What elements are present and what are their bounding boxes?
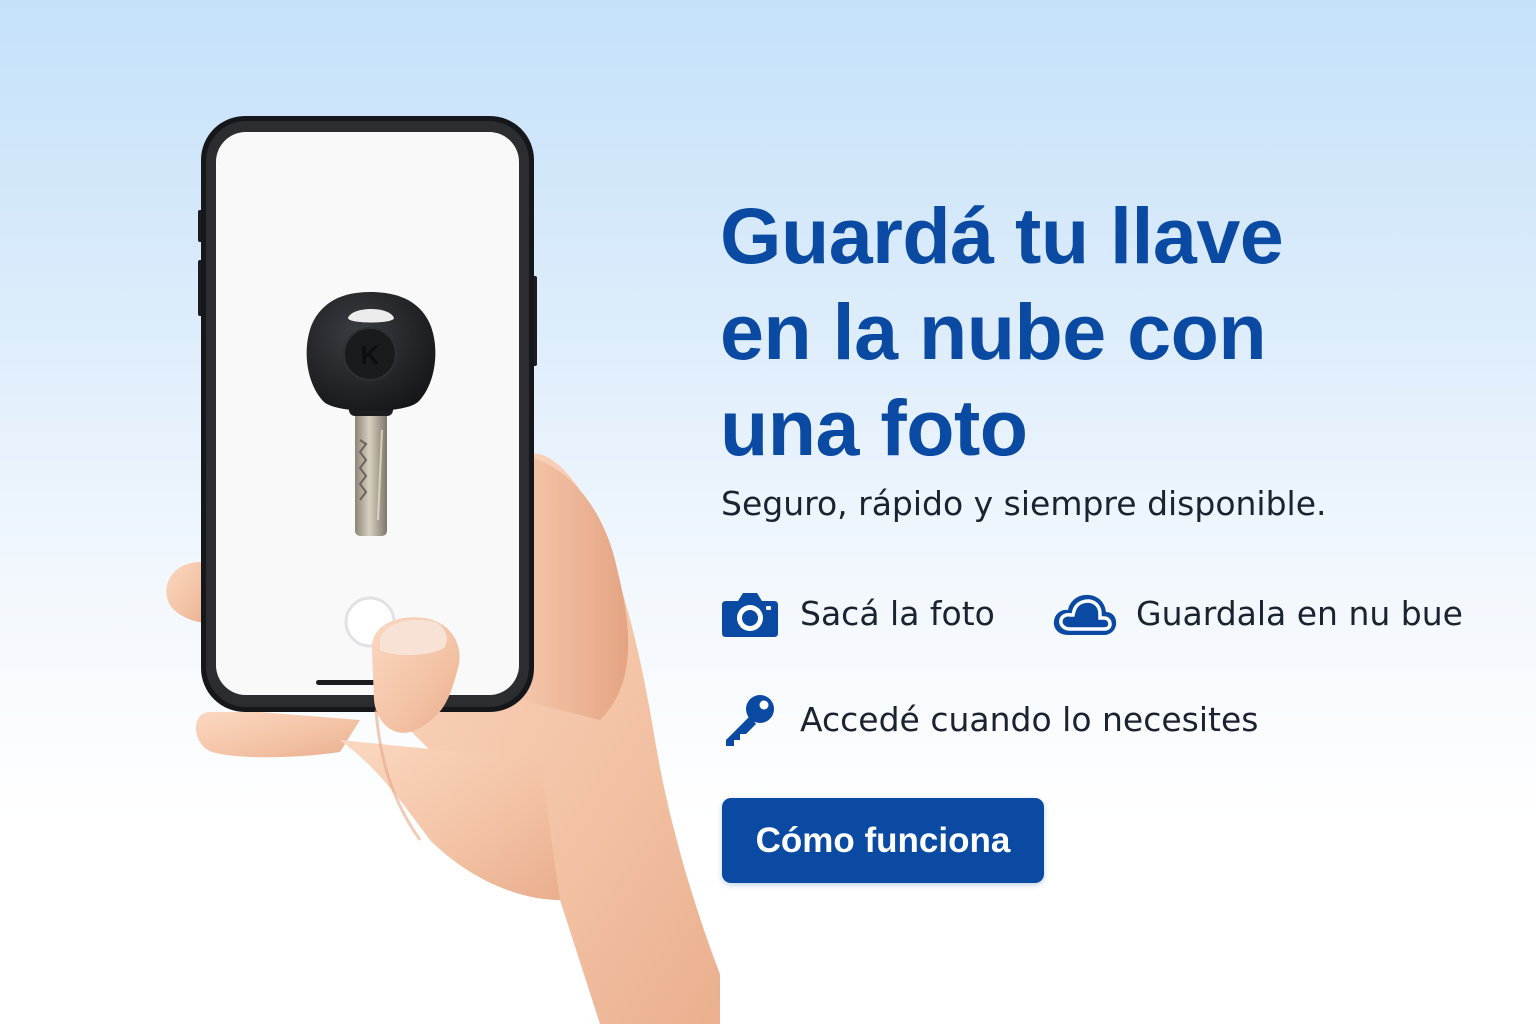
headline: Guardá tu llave en la nube con una foto	[720, 188, 1480, 476]
camera-icon	[720, 586, 782, 642]
key-icon	[720, 692, 782, 748]
feature-label: Guardala en nu bue	[1136, 594, 1463, 633]
feature-label: Accedé cuando lo necesites	[800, 700, 1259, 739]
feature-label: Sacá la foto	[800, 594, 995, 633]
subtitle: Seguro, rápido y siempre disponible.	[721, 484, 1327, 523]
how-it-works-button[interactable]: Cómo funciona	[722, 798, 1044, 883]
hand-holding-phone-illustration: K	[166, 116, 720, 1024]
feature-save-cloud: Guardala en nu bue	[1052, 586, 1463, 642]
cloud-icon	[1052, 586, 1118, 642]
feature-access-anytime: Accedé cuando lo necesites	[720, 692, 1258, 748]
headline-line-3: una foto	[720, 383, 1028, 472]
svg-text:K: K	[361, 340, 380, 370]
headline-line-1: Guardá tu llave	[720, 191, 1284, 280]
smartphone: K	[198, 116, 537, 712]
headline-line-2: en la nube con	[720, 287, 1267, 376]
feature-take-photo: Sacá la foto	[720, 586, 995, 642]
